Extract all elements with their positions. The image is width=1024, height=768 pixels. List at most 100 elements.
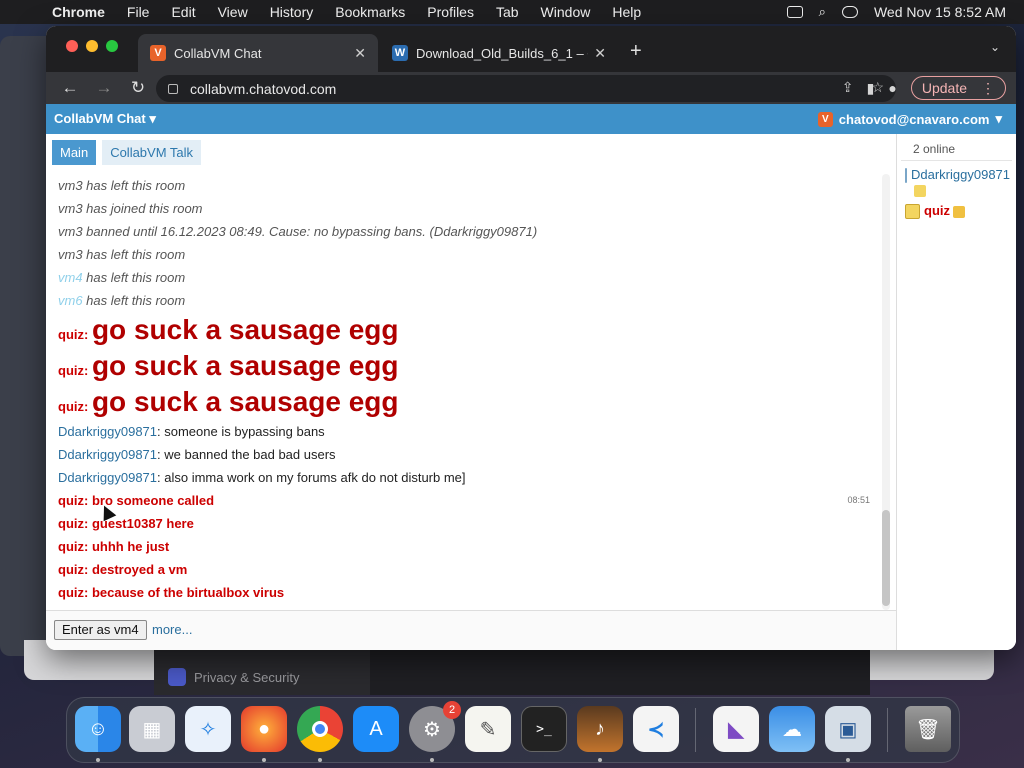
- vscode-icon[interactable]: ≺: [633, 706, 679, 752]
- forward-arrow-icon[interactable]: →: [94, 78, 114, 98]
- user-list-item[interactable]: quiz: [897, 197, 1016, 219]
- message-nick[interactable]: quiz: [58, 363, 84, 378]
- message-text: uhhh he just: [91, 539, 170, 554]
- address-bar[interactable]: collabvm.chatovod.com ⇪ ☆: [156, 75, 896, 102]
- message-nick[interactable]: Ddarkriggy09871: [58, 447, 157, 462]
- menu-help[interactable]: Help: [612, 4, 641, 20]
- message-nick[interactable]: quiz: [58, 399, 84, 414]
- profile-icon[interactable]: ●: [888, 80, 896, 96]
- system-message: vm3 has joined this room: [58, 201, 203, 216]
- appstore-icon[interactable]: A: [353, 706, 399, 752]
- chatovod-logo-icon: V: [817, 111, 833, 127]
- safari-icon[interactable]: ✧: [185, 706, 231, 752]
- dock: ☺ ▦ ✧ ● A ⚙ 2 ✎ >_ ♪ ≺ ◣ ☁ ▣ 🗑: [66, 697, 960, 763]
- enter-chat-button[interactable]: Enter as vm4: [54, 620, 147, 640]
- menu-window[interactable]: Window: [541, 4, 591, 20]
- system-message: vm6 has left this room: [58, 293, 186, 308]
- message-text: also imma work on my forums afk do not d…: [164, 470, 466, 485]
- account-menu[interactable]: V chatovod@cnavaro.com ▾: [817, 111, 1002, 127]
- share-icon[interactable]: ⇪: [842, 79, 854, 96]
- tab-download-old-builds[interactable]: W Download_Old_Builds_6_1 – O ✕: [380, 34, 618, 72]
- settings-item-privacy[interactable]: Privacy & Security: [194, 670, 299, 685]
- minimize-window-button[interactable]: [86, 40, 98, 52]
- terminal-icon[interactable]: >_: [521, 706, 567, 752]
- settings-icon[interactable]: ⚙ 2: [409, 701, 461, 752]
- chat-message: Ddarkriggy09871: also imma work on my fo…: [58, 470, 466, 485]
- menu-tab[interactable]: Tab: [496, 4, 519, 20]
- more-link[interactable]: more...: [152, 622, 192, 637]
- tab-collabvm-chat[interactable]: V CollabVM Chat ✕: [138, 34, 378, 72]
- menu-view[interactable]: View: [218, 4, 248, 20]
- room-tab-collabvm-talk[interactable]: CollabVM Talk: [102, 140, 202, 165]
- update-button[interactable]: Update ⋮: [910, 76, 1006, 100]
- firefox-icon[interactable]: ●: [241, 706, 287, 752]
- message-nick[interactable]: quiz: [58, 539, 84, 554]
- message-nick[interactable]: quiz: [58, 327, 84, 342]
- menu-profiles[interactable]: Profiles: [427, 4, 474, 20]
- menu-history[interactable]: History: [270, 4, 314, 20]
- side-panel-icon[interactable]: ▮: [867, 80, 875, 97]
- virtualbox-icon[interactable]: ▣: [825, 706, 871, 752]
- lock-icon[interactable]: [168, 83, 178, 94]
- trash-icon[interactable]: 🗑: [905, 706, 951, 752]
- close-window-button[interactable]: [66, 40, 78, 52]
- menu-bookmarks[interactable]: Bookmarks: [335, 4, 405, 20]
- scrollbar-thumb[interactable]: [882, 510, 890, 606]
- menu-edit[interactable]: Edit: [171, 4, 195, 20]
- zoom-window-button[interactable]: [106, 40, 118, 52]
- textedit-icon[interactable]: ✎: [465, 706, 511, 752]
- chat-message: quiz: destroyed a vm: [58, 562, 188, 577]
- running-indicator: [96, 758, 100, 762]
- visualstudio-icon[interactable]: ◣: [713, 706, 759, 752]
- back-arrow-icon[interactable]: ←: [60, 78, 80, 98]
- message-nick[interactable]: vm6: [58, 293, 83, 308]
- control-center-icon[interactable]: [841, 6, 858, 18]
- message-nick[interactable]: Ddarkriggy09871: [58, 470, 157, 485]
- background-window: [0, 36, 46, 656]
- message-nick[interactable]: quiz: [58, 516, 84, 531]
- reload-icon[interactable]: ↻: [128, 78, 148, 98]
- running-indicator: [846, 758, 850, 762]
- menu-app-name[interactable]: Chrome: [52, 4, 105, 20]
- menu-file[interactable]: File: [127, 4, 150, 20]
- spotlight-icon[interactable]: ⌕: [819, 4, 826, 20]
- message-list[interactable]: vm3 has left this room vm3 has joined th…: [58, 174, 874, 604]
- user-name[interactable]: quiz: [924, 203, 965, 218]
- collabvm-chat-app: CollabVM Chat ▾ V chatovod@cnavaro.com ▾…: [46, 104, 1016, 650]
- garageband-icon[interactable]: ♪: [577, 706, 623, 752]
- new-tab-plus-icon[interactable]: +: [630, 40, 642, 63]
- weather-icon[interactable]: ☁: [769, 706, 815, 752]
- url-text: collabvm.chatovod.com: [190, 80, 337, 97]
- background-settings-content: [370, 650, 870, 695]
- more-options-icon[interactable]: ⋮: [981, 80, 995, 97]
- user-name[interactable]: Ddarkriggy09871: [911, 167, 1010, 197]
- chat-main: Main CollabVM Talk vm3 has left this roo…: [46, 134, 896, 650]
- tab-search-chevron-icon[interactable]: ⌄: [990, 40, 1000, 54]
- tab-title: CollabVM Chat: [174, 45, 262, 61]
- crown-icon: [953, 205, 965, 218]
- message-nick[interactable]: vm4: [58, 270, 83, 285]
- message-text: go suck a sausage egg: [91, 350, 399, 381]
- dock-separator: [887, 708, 888, 752]
- screen-mirroring-icon[interactable]: [786, 6, 803, 18]
- message-text: because of the birtualbox virus: [91, 585, 285, 600]
- message-nick[interactable]: Ddarkriggy09871: [58, 424, 157, 439]
- system-message: vm3 banned until 16.12.2023 08:49. Cause…: [58, 224, 538, 239]
- launchpad-icon[interactable]: ▦: [129, 706, 175, 752]
- chrome-icon[interactable]: [297, 706, 343, 752]
- chat-brand-menu[interactable]: CollabVM Chat ▾: [54, 111, 156, 127]
- message-nick[interactable]: quiz: [58, 493, 84, 508]
- wiki-favicon-icon: W: [392, 45, 408, 61]
- browser-window: V CollabVM Chat ✕ W Download_Old_Builds_…: [46, 26, 1016, 650]
- message-scrollbar[interactable]: [882, 174, 890, 610]
- close-tab-icon[interactable]: ✕: [354, 45, 366, 62]
- chevron-down-icon: ▾: [995, 111, 1002, 126]
- room-tab-main[interactable]: Main: [52, 140, 97, 165]
- finder-icon[interactable]: ☺: [75, 706, 121, 752]
- close-tab-icon[interactable]: ✕: [594, 45, 606, 62]
- user-list-item[interactable]: Ddarkriggy09871: [897, 161, 1016, 197]
- menubar-clock[interactable]: Wed Nov 15 8:52 AM: [874, 4, 1006, 20]
- message-nick[interactable]: quiz: [58, 585, 84, 600]
- hand-icon: [168, 668, 186, 686]
- message-nick[interactable]: quiz: [58, 562, 84, 577]
